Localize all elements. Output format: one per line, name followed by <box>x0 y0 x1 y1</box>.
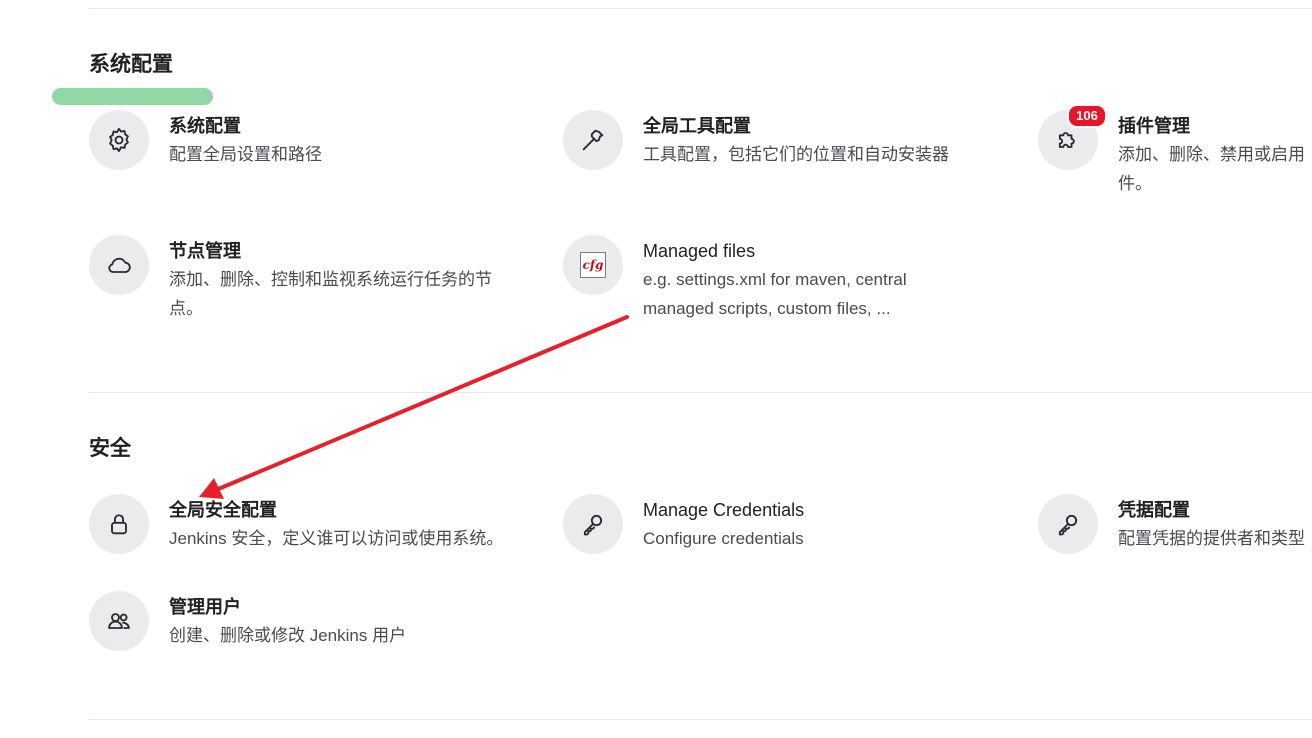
item-desc-line1: 添加、删除、禁用或启用 <box>1118 145 1305 164</box>
section-title-system: 系统配置 <box>89 53 173 76</box>
highlight-marker <box>52 88 213 105</box>
users-icon <box>89 591 149 651</box>
key-icon <box>1038 494 1098 554</box>
section-divider <box>89 392 1312 393</box>
cloud-icon <box>89 235 149 295</box>
item-desc: 创建、删除或修改 Jenkins 用户 <box>169 626 407 645</box>
item-managed-files[interactable]: cfg Managed files e.g. settings.xml for … <box>563 235 907 323</box>
item-desc-line2: 点。 <box>169 299 203 318</box>
item-title: Manage Credentials <box>643 500 805 520</box>
item-title: Managed files <box>643 241 756 261</box>
item-title: 全局安全配置 <box>169 500 277 520</box>
item-manage-credentials[interactable]: Manage Credentials Configure credentials <box>563 494 804 554</box>
cfg-icon-label: cfg <box>580 252 606 278</box>
item-title: 凭据配置 <box>1118 500 1190 520</box>
item-desc-line2: 件。 <box>1118 174 1152 193</box>
update-count-badge: 106 <box>1067 104 1107 128</box>
lock-icon <box>89 494 149 554</box>
item-title: 节点管理 <box>169 241 241 261</box>
item-desc: 配置凭据的提供者和类型 <box>1118 529 1305 548</box>
item-desc: e.g. settings.xml for maven, central man… <box>643 265 907 323</box>
item-plugins[interactable]: 106 插件管理 添加、删除、禁用或启用 件。 <box>1038 104 1305 198</box>
key-icon <box>563 494 623 554</box>
item-title: 系统配置 <box>169 116 241 136</box>
item-nodes[interactable]: 节点管理 添加、删除、控制和监视系统运行任务的节 点。 <box>89 235 492 323</box>
item-desc: 添加、删除、禁用或启用 件。 <box>1118 140 1305 198</box>
item-title: 全局工具配置 <box>643 116 751 136</box>
item-desc: Configure credentials <box>643 529 804 548</box>
item-desc-line1: 添加、删除、控制和监视系统运行任务的节 <box>169 270 492 289</box>
bottom-divider <box>89 719 1312 720</box>
item-desc: 添加、删除、控制和监视系统运行任务的节 点。 <box>169 265 492 323</box>
item-system-settings[interactable]: 系统配置 配置全局设置和路径 <box>89 110 322 170</box>
top-divider <box>89 8 1312 9</box>
item-desc-line2: managed scripts, custom files, ... <box>643 299 891 318</box>
item-credential-providers[interactable]: 凭据配置 配置凭据的提供者和类型 <box>1038 494 1305 554</box>
item-desc: 配置全局设置和路径 <box>169 145 322 164</box>
item-global-security[interactable]: 全局安全配置 Jenkins 安全，定义谁可以访问或使用系统。 <box>89 494 503 554</box>
cfg-file-icon: cfg <box>563 235 623 295</box>
item-manage-users[interactable]: 管理用户 创建、删除或修改 Jenkins 用户 <box>89 591 406 651</box>
section-title-security: 安全 <box>89 437 131 460</box>
item-desc-line1: e.g. settings.xml for maven, central <box>643 270 907 289</box>
item-desc: 工具配置，包括它们的位置和自动安装器 <box>643 145 949 164</box>
item-title: 插件管理 <box>1118 116 1190 136</box>
item-title: 管理用户 <box>169 597 241 617</box>
item-desc: Jenkins 安全，定义谁可以访问或使用系统。 <box>169 529 504 548</box>
gear-icon <box>89 110 149 170</box>
puzzle-icon: 106 <box>1038 104 1107 170</box>
hammer-icon <box>563 110 623 170</box>
item-global-tools[interactable]: 全局工具配置 工具配置，包括它们的位置和自动安装器 <box>563 110 949 170</box>
